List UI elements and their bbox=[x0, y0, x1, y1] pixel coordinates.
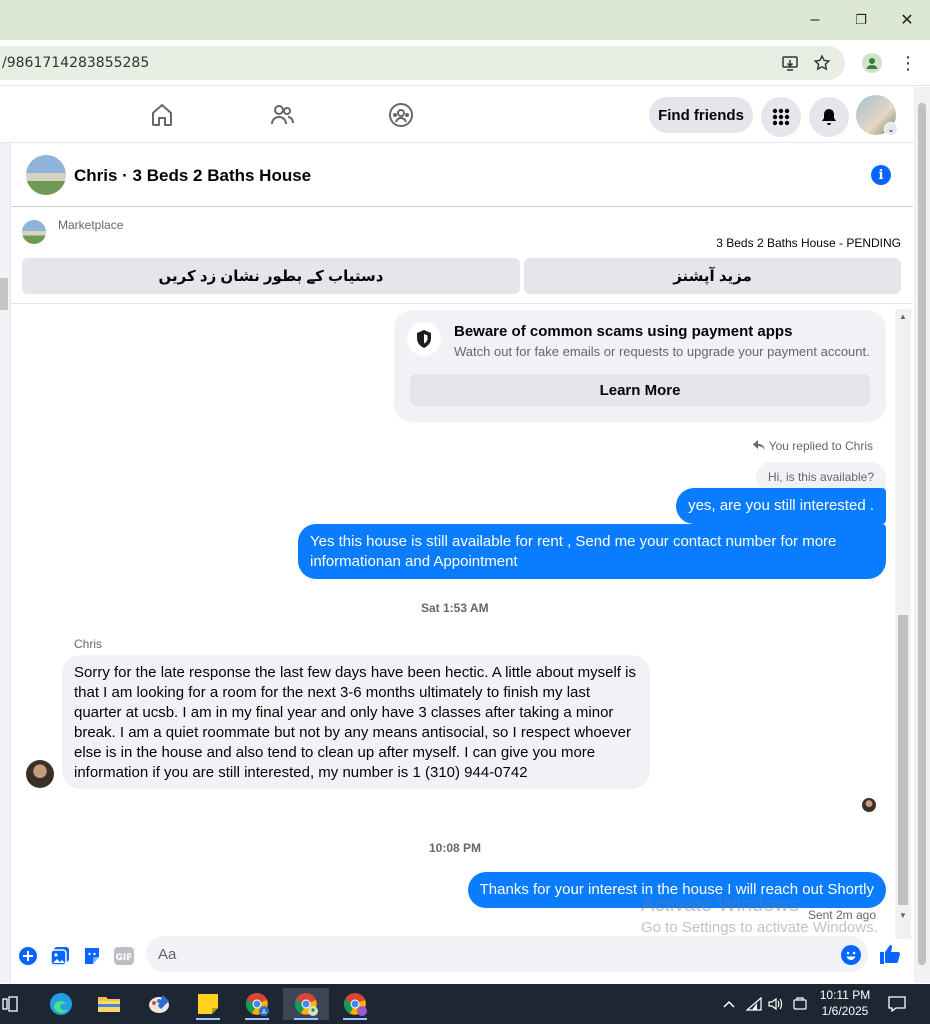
menu-grid-icon[interactable] bbox=[761, 97, 801, 137]
message-bubble-outgoing[interactable]: yes, are you still interested . bbox=[676, 488, 886, 524]
facebook-header: Find friends ⌄ bbox=[0, 87, 930, 143]
edge-browser-icon[interactable] bbox=[41, 988, 81, 1020]
browser-profile-icon[interactable] bbox=[862, 53, 882, 73]
reply-indicator-text: You replied to Chris bbox=[768, 439, 873, 453]
sender-name: Chris bbox=[74, 637, 103, 651]
reply-indicator: You replied to Chris bbox=[752, 439, 873, 453]
browser-toolbar: /9861714283855285 ⋮ bbox=[0, 40, 930, 86]
shield-icon bbox=[407, 322, 441, 356]
gif-icon[interactable]: GIF bbox=[113, 945, 135, 967]
close-button[interactable]: ✕ bbox=[887, 8, 927, 32]
seen-receipt-avatar bbox=[862, 798, 876, 812]
emoji-icon[interactable] bbox=[841, 945, 861, 965]
activate-windows-watermark: Activate Windows bbox=[641, 894, 799, 916]
add-attachment-icon[interactable] bbox=[17, 945, 39, 967]
marketplace-label: Marketplace bbox=[58, 218, 124, 232]
svg-text:A: A bbox=[262, 1008, 267, 1016]
home-icon[interactable] bbox=[148, 101, 176, 129]
friends-icon[interactable] bbox=[268, 101, 296, 129]
chrome-profile-active-icon[interactable] bbox=[283, 988, 329, 1020]
running-indicator bbox=[196, 1018, 220, 1020]
chat-scrollbar-thumb[interactable] bbox=[898, 615, 908, 905]
sender-avatar[interactable] bbox=[26, 760, 54, 788]
scam-warning-title: Beware of common scams using payment app… bbox=[454, 323, 793, 340]
chrome-profile-a-icon[interactable]: A bbox=[237, 988, 277, 1020]
account-chevron-icon[interactable]: ⌄ bbox=[884, 122, 898, 136]
chat-title[interactable]: Chris · 3 Beds 2 Baths House bbox=[74, 166, 311, 186]
notifications-bell-icon[interactable] bbox=[809, 97, 849, 137]
browser-menu-icon[interactable]: ⋮ bbox=[898, 52, 918, 74]
groups-icon[interactable] bbox=[387, 101, 415, 129]
tray-chevron-up-icon[interactable] bbox=[720, 995, 738, 1013]
task-view-icon[interactable] bbox=[0, 988, 30, 1020]
marketplace-listing-thumbnail bbox=[22, 220, 46, 244]
running-indicator bbox=[294, 1018, 318, 1020]
install-app-icon[interactable] bbox=[781, 54, 799, 72]
left-panel-edge bbox=[0, 143, 11, 983]
running-indicator bbox=[245, 1018, 269, 1020]
photo-icon[interactable] bbox=[49, 945, 71, 967]
scam-warning-card: Beware of common scams using payment app… bbox=[394, 310, 886, 422]
taskbar-clock[interactable]: 10:11 PM 1/6/2025 bbox=[812, 987, 878, 1019]
scam-warning-subtitle: Watch out for fake emails or requests to… bbox=[454, 344, 870, 359]
scroll-down-arrow-icon[interactable]: ▼ bbox=[895, 908, 911, 922]
wifi-icon[interactable] bbox=[745, 995, 763, 1013]
meet-now-icon[interactable] bbox=[791, 995, 809, 1013]
info-icon[interactable]: i bbox=[871, 165, 891, 185]
paint-app-icon[interactable] bbox=[139, 988, 179, 1020]
activate-windows-hint: Go to Settings to activate Windows. bbox=[641, 919, 878, 936]
message-bubble-outgoing[interactable]: Yes this house is still available for re… bbox=[298, 524, 886, 579]
sticker-icon[interactable] bbox=[81, 945, 103, 967]
windows-taskbar: A 10:11 PM 1/6/2025 bbox=[0, 984, 930, 1024]
chrome-profile-c-icon[interactable] bbox=[335, 988, 375, 1020]
message-input[interactable] bbox=[146, 936, 868, 972]
notification-center-icon[interactable] bbox=[888, 995, 906, 1013]
url-text[interactable]: /9861714283855285 bbox=[2, 55, 149, 71]
sticky-notes-icon[interactable] bbox=[188, 988, 228, 1020]
find-friends-button[interactable]: Find friends bbox=[649, 97, 753, 133]
learn-more-button[interactable]: Learn More bbox=[410, 374, 870, 406]
browser-titlebar: – ❐ ✕ bbox=[0, 0, 930, 40]
left-scrollbar-thumb[interactable] bbox=[0, 278, 8, 310]
divider bbox=[11, 303, 913, 304]
chat-panel: Chris · 3 Beds 2 Baths House i Marketpla… bbox=[11, 143, 913, 983]
svg-text:GIF: GIF bbox=[116, 953, 133, 963]
message-timestamp: 10:08 PM bbox=[429, 841, 482, 855]
page-scrollbar-thumb[interactable] bbox=[918, 103, 926, 965]
address-bar[interactable]: /9861714283855285 bbox=[0, 46, 845, 80]
minimize-button[interactable]: – bbox=[795, 8, 835, 32]
chat-header: Chris · 3 Beds 2 Baths House i bbox=[11, 143, 913, 207]
message-bubble-incoming[interactable]: Sorry for the late response the last few… bbox=[62, 655, 650, 789]
file-explorer-icon[interactable] bbox=[89, 988, 129, 1020]
message-timestamp: Sat 1:53 AM bbox=[421, 601, 489, 615]
listing-avatar[interactable] bbox=[26, 155, 66, 195]
clock-date: 1/6/2025 bbox=[821, 1004, 869, 1018]
listing-status: 3 Beds 2 Baths House - PENDING bbox=[716, 236, 901, 250]
volume-icon[interactable] bbox=[767, 995, 785, 1013]
like-thumb-icon[interactable] bbox=[879, 943, 901, 965]
scroll-up-arrow-icon[interactable]: ▲ bbox=[895, 309, 911, 323]
restore-button[interactable]: ❐ bbox=[841, 8, 881, 32]
bookmark-star-icon[interactable] bbox=[813, 54, 831, 72]
clock-time: 10:11 PM bbox=[819, 988, 871, 1002]
more-options-button[interactable]: مزید آپشنز bbox=[524, 258, 901, 294]
reply-arrow-icon bbox=[752, 439, 765, 453]
mark-available-button[interactable]: دستیاب کے بطور نشان زد کریں bbox=[22, 258, 520, 294]
running-indicator bbox=[343, 1018, 367, 1020]
